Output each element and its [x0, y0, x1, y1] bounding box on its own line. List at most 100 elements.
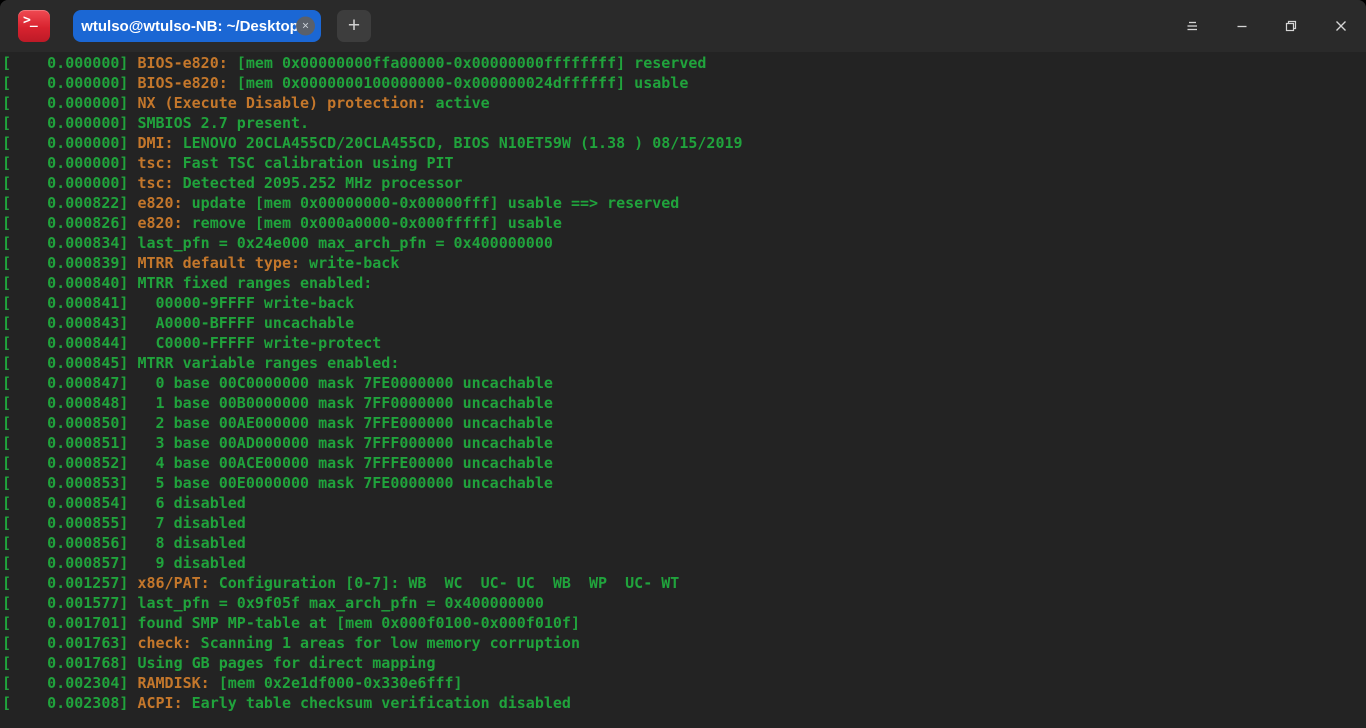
log-line: [ 0.000855] 7 disabled: [2, 513, 1366, 533]
log-line: [ 0.000843] A0000-BFFFF uncachable: [2, 313, 1366, 333]
log-line: [ 0.001577] last_pfn = 0x9f05f max_arch_…: [2, 593, 1366, 613]
log-subsystem-prefix: NX (Execute Disable) protection:: [137, 94, 427, 112]
log-timestamp: [ 0.000844]: [2, 334, 138, 352]
tab-active[interactable]: wtulso@wtulso-NB: ~/Desktop ×: [73, 10, 321, 42]
log-message: [mem 0x00000000ffa00000-0x00000000ffffff…: [227, 54, 707, 72]
log-timestamp: [ 0.000851]: [2, 434, 138, 452]
log-message: [mem 0x0000000100000000-0x000000024dffff…: [227, 74, 689, 92]
log-line: [ 0.000839] MTRR default type: write-bac…: [2, 253, 1366, 273]
log-timestamp: [ 0.000000]: [2, 174, 138, 192]
plus-icon: +: [347, 14, 361, 37]
log-timestamp: [ 0.000843]: [2, 314, 138, 332]
log-message: SMBIOS 2.7 present.: [137, 114, 310, 132]
menu-button[interactable]: [1178, 12, 1206, 40]
log-message: Fast TSC calibration using PIT: [173, 154, 454, 172]
close-button[interactable]: [1327, 12, 1355, 40]
log-line: [ 0.001768] Using GB pages for direct ma…: [2, 653, 1366, 673]
log-message: 6 disabled: [137, 494, 246, 512]
log-line: [ 0.000000] tsc: Fast TSC calibration us…: [2, 153, 1366, 173]
log-line: [ 0.000841] 00000-9FFFF write-back: [2, 293, 1366, 313]
log-timestamp: [ 0.000000]: [2, 74, 138, 92]
log-timestamp: [ 0.000000]: [2, 134, 138, 152]
log-timestamp: [ 0.000000]: [2, 94, 138, 112]
log-line: [ 0.000822] e820: update [mem 0x00000000…: [2, 193, 1366, 213]
log-timestamp: [ 0.001763]: [2, 634, 138, 652]
tab-title: wtulso@wtulso-NB: ~/Desktop: [81, 17, 299, 35]
titlebar: >_ wtulso@wtulso-NB: ~/Desktop × +: [0, 0, 1366, 52]
log-line: [ 0.000000] BIOS-e820: [mem 0x00000000ff…: [2, 53, 1366, 73]
log-message: A0000-BFFFF uncachable: [137, 314, 355, 332]
log-timestamp: [ 0.000834]: [2, 234, 138, 252]
log-message: 00000-9FFFF write-back: [137, 294, 355, 312]
log-timestamp: [ 0.000845]: [2, 354, 138, 372]
log-message: write-back: [300, 254, 400, 272]
new-tab-button[interactable]: +: [337, 10, 371, 42]
log-message: MTRR variable ranges enabled:: [137, 354, 400, 372]
log-subsystem-prefix: DMI:: [137, 134, 174, 152]
log-subsystem-prefix: RAMDISK:: [137, 674, 210, 692]
log-line: [ 0.000856] 8 disabled: [2, 533, 1366, 553]
log-message: 4 base 00ACE00000 mask 7FFFE00000 uncach…: [137, 454, 553, 472]
log-timestamp: [ 0.001577]: [2, 594, 138, 612]
close-icon: [1336, 21, 1346, 31]
log-timestamp: [ 0.000857]: [2, 554, 138, 572]
log-message: Detected 2095.252 MHz processor: [173, 174, 463, 192]
log-line: [ 0.000844] C0000-FFFFF write-protect: [2, 333, 1366, 353]
log-timestamp: [ 0.000839]: [2, 254, 138, 272]
log-message: active: [426, 94, 490, 112]
log-line: [ 0.000850] 2 base 00AE000000 mask 7FFE0…: [2, 413, 1366, 433]
log-line: [ 0.001257] x86/PAT: Configuration [0-7]…: [2, 573, 1366, 593]
log-subsystem-prefix: check:: [137, 634, 192, 652]
log-message: last_pfn = 0x9f05f max_arch_pfn = 0x4000…: [137, 594, 544, 612]
log-timestamp: [ 0.002304]: [2, 674, 138, 692]
log-message: 2 base 00AE000000 mask 7FFE000000 uncach…: [137, 414, 553, 432]
log-line: [ 0.000851] 3 base 00AD000000 mask 7FFF0…: [2, 433, 1366, 453]
log-message: found SMP MP-table at [mem 0x000f0100-0x…: [137, 614, 580, 632]
log-message: 1 base 00B0000000 mask 7FF0000000 uncach…: [137, 394, 553, 412]
minimize-button[interactable]: [1228, 12, 1256, 40]
log-line: [ 0.000826] e820: remove [mem 0x000a0000…: [2, 213, 1366, 233]
log-message: LENOVO 20CLA455CD/20CLA455CD, BIOS N10ET…: [173, 134, 743, 152]
log-message: Scanning 1 areas for low memory corrupti…: [191, 634, 580, 652]
terminal-output[interactable]: [ 0.000000] BIOS-e820: [mem 0x00000000ff…: [0, 52, 1366, 728]
log-subsystem-prefix: MTRR default type:: [137, 254, 301, 272]
log-message: C0000-FFFFF write-protect: [137, 334, 382, 352]
log-line: [ 0.000853] 5 base 00E0000000 mask 7FE00…: [2, 473, 1366, 493]
log-timestamp: [ 0.000856]: [2, 534, 138, 552]
terminal-window: >_ wtulso@wtulso-NB: ~/Desktop × + [0.0…: [0, 0, 1366, 728]
log-timestamp: [ 0.001701]: [2, 614, 138, 632]
log-subsystem-prefix: BIOS-e820:: [137, 74, 228, 92]
log-message: MTRR fixed ranges enabled:: [137, 274, 373, 292]
log-message: 8 disabled: [137, 534, 246, 552]
log-message: 9 disabled: [137, 554, 246, 572]
minimize-icon: [1237, 25, 1247, 28]
log-message: remove [mem 0x000a0000-0x000fffff] usabl…: [182, 214, 562, 232]
log-message: Configuration [0-7]: WB WC UC- UC WB WP …: [209, 574, 680, 592]
log-timestamp: [ 0.000847]: [2, 374, 138, 392]
log-subsystem-prefix: ACPI:: [137, 694, 183, 712]
log-timestamp: [ 0.000850]: [2, 414, 138, 432]
log-timestamp: [ 0.000852]: [2, 454, 138, 472]
log-timestamp: [ 0.000841]: [2, 294, 138, 312]
log-timestamp: [ 0.000000]: [2, 154, 138, 172]
log-line: [ 0.000000] tsc: Detected 2095.252 MHz p…: [2, 173, 1366, 193]
log-timestamp: [ 0.000853]: [2, 474, 138, 492]
log-message: last_pfn = 0x24e000 max_arch_pfn = 0x400…: [137, 234, 553, 252]
log-line: [ 0.000000] DMI: LENOVO 20CLA455CD/20CLA…: [2, 133, 1366, 153]
restore-button[interactable]: [1277, 12, 1305, 40]
log-timestamp: [ 0.000848]: [2, 394, 138, 412]
terminal-prompt-glyph: >_: [23, 13, 38, 28]
log-timestamp: [ 0.001257]: [2, 574, 138, 592]
hamburger-menu-icon: [1187, 21, 1197, 31]
log-timestamp: [ 0.000826]: [2, 214, 138, 232]
log-line: [ 0.000848] 1 base 00B0000000 mask 7FF00…: [2, 393, 1366, 413]
terminal-app-icon: >_: [18, 10, 50, 42]
log-line: [ 0.001763] check: Scanning 1 areas for …: [2, 633, 1366, 653]
log-line: [ 0.000854] 6 disabled: [2, 493, 1366, 513]
log-subsystem-prefix: e820:: [137, 194, 183, 212]
tab-close-icon[interactable]: ×: [296, 16, 315, 36]
log-message: 7 disabled: [137, 514, 246, 532]
log-subsystem-prefix: x86/PAT:: [137, 574, 210, 592]
log-subsystem-prefix: tsc:: [137, 174, 174, 192]
log-subsystem-prefix: BIOS-e820:: [137, 54, 228, 72]
